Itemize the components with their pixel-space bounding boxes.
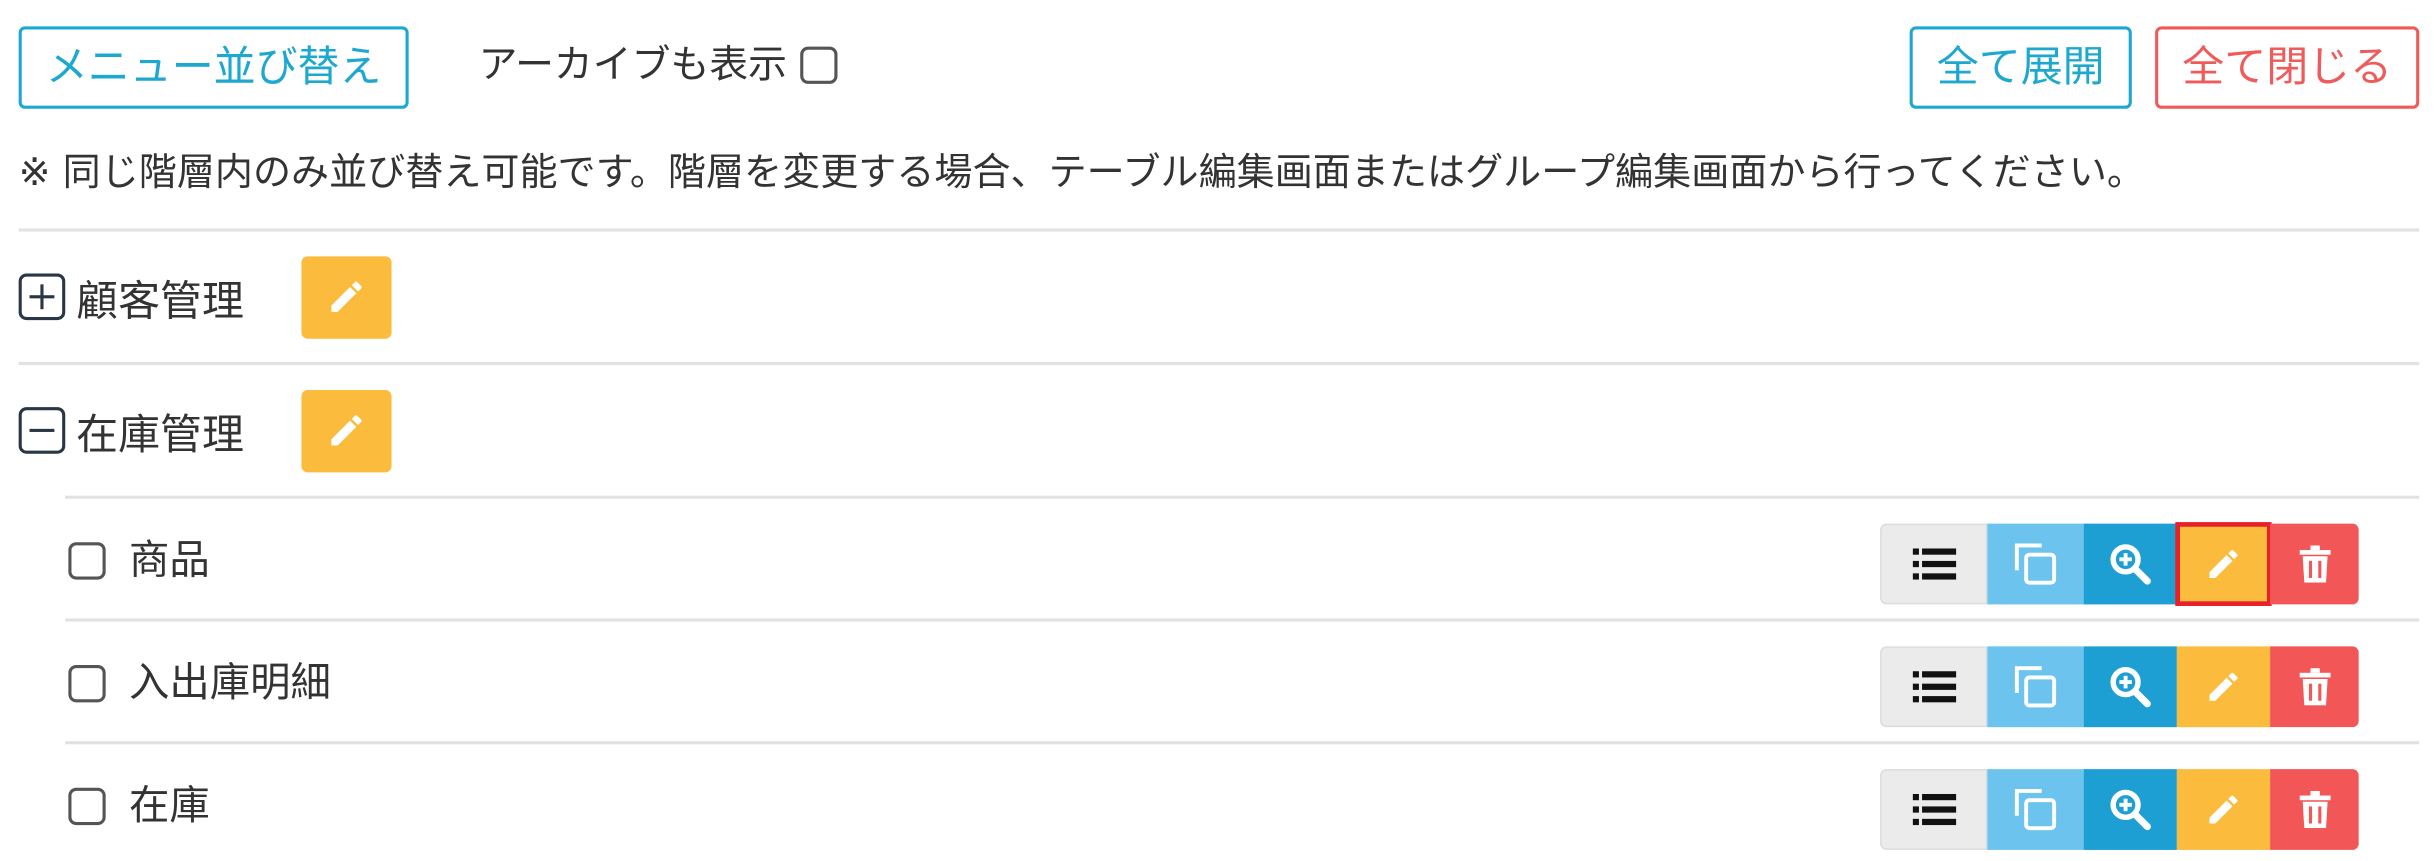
copy-icon (2014, 788, 2057, 831)
pencil-icon (2209, 795, 2238, 824)
copy-icon (2014, 666, 2057, 708)
collapse-minus-icon[interactable] (18, 407, 66, 454)
archive-label: アーカイブも表示 (478, 41, 788, 88)
table-label: 商品 (128, 537, 210, 585)
list-view-button[interactable] (1880, 523, 1988, 605)
edit-button[interactable] (2176, 769, 2271, 850)
table-label: 在庫 (128, 783, 210, 830)
group-row: 在庫管理 (18, 387, 392, 474)
copy-button[interactable] (1987, 523, 2084, 605)
table-select-checkbox[interactable] (68, 542, 106, 580)
trash-icon (2298, 790, 2330, 829)
table-actions (1880, 769, 2359, 850)
page: メニュー並び替え アーカイブも表示 全て展開 全て閉じる ※ 同じ階層内のみ並び… (0, 0, 2436, 861)
collapse-all-button[interactable]: 全て閉じる (2155, 26, 2420, 109)
copy-button[interactable] (1987, 646, 2084, 728)
group-label: 在庫管理 (76, 410, 244, 460)
group-label: 顧客管理 (76, 277, 244, 326)
list-view-button[interactable] (1880, 646, 1988, 728)
divider (65, 495, 2420, 499)
list-icon (1911, 671, 1956, 703)
table-row: 在庫 (65, 769, 2419, 850)
group-edit-button[interactable] (301, 255, 392, 338)
delete-button[interactable] (2270, 769, 2359, 850)
table-row: 商品 (65, 522, 2419, 606)
sort-menu-button[interactable]: メニュー並び替え (18, 26, 409, 109)
divider (65, 618, 2420, 622)
table-row: 入出庫明細 (65, 646, 2419, 728)
archive-toggle[interactable]: アーカイブも表示 (479, 37, 837, 93)
trash-icon (2298, 668, 2330, 706)
delete-button[interactable] (2270, 523, 2359, 605)
divider (65, 741, 2420, 745)
delete-button[interactable] (2270, 646, 2359, 728)
toolbar: メニュー並び替え アーカイブも表示 全て展開 全て閉じる (0, 0, 2436, 131)
trash-icon (2298, 545, 2330, 583)
zoom-button[interactable] (2083, 523, 2177, 605)
edit-button[interactable] (2175, 522, 2272, 606)
expand-plus-icon[interactable] (18, 273, 66, 321)
pencil-icon (2209, 672, 2238, 701)
table-label: 入出庫明細 (128, 660, 331, 707)
archive-checkbox[interactable] (799, 46, 837, 84)
zoom-in-icon (2110, 789, 2151, 831)
zoom-button[interactable] (2083, 769, 2177, 850)
list-icon (1911, 793, 1956, 826)
divider (18, 228, 2420, 232)
group-row: 顧客管理 (18, 253, 392, 340)
table-actions (1880, 646, 2359, 728)
pencil-icon (331, 281, 362, 312)
pencil-icon (2209, 550, 2238, 579)
table-select-checkbox[interactable] (68, 787, 106, 826)
group-edit-button[interactable] (301, 389, 392, 472)
table-actions (1880, 522, 2359, 606)
list-view-button[interactable] (1880, 769, 1988, 850)
divider (18, 362, 2420, 366)
table-select-checkbox[interactable] (68, 665, 106, 703)
copy-button[interactable] (1987, 769, 2084, 850)
copy-icon (2014, 543, 2057, 585)
edit-button[interactable] (2176, 646, 2271, 728)
zoom-in-icon (2110, 666, 2151, 708)
list-icon (1911, 548, 1956, 580)
zoom-button[interactable] (2083, 646, 2177, 728)
pencil-icon (331, 415, 362, 446)
zoom-in-icon (2110, 544, 2151, 585)
expand-all-button[interactable]: 全て展開 (1909, 26, 2132, 109)
sort-note: ※ 同じ階層内のみ並び替え可能です。階層を変更する場合、テーブル編集画面またはグ… (18, 149, 2145, 195)
